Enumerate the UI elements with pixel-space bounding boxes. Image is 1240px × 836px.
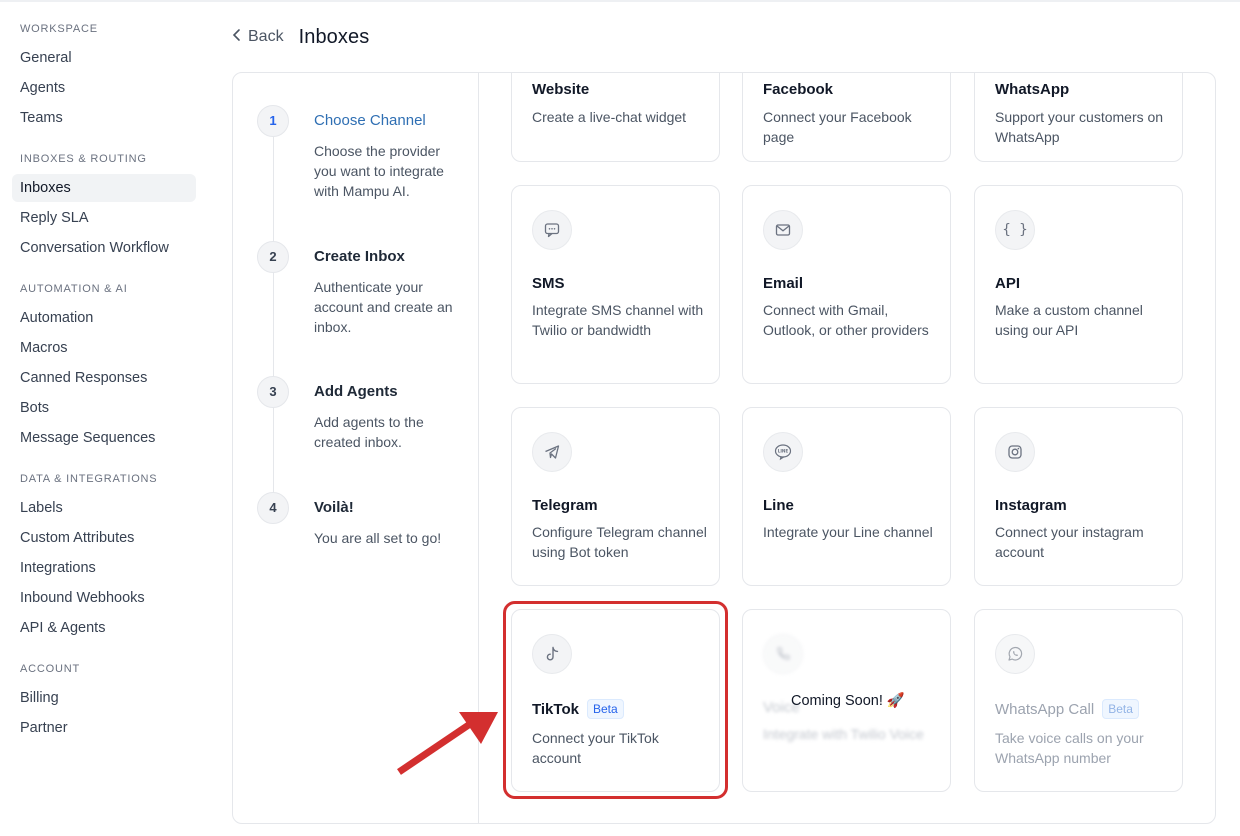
- sidebar-section-automation-ai: AUTOMATION & AI: [20, 283, 128, 295]
- step-title: Choose Channel: [314, 112, 426, 129]
- channel-description: Connect your Facebook page: [763, 109, 912, 145]
- sidebar-section-data-integrations: DATA & INTEGRATIONS: [20, 473, 158, 485]
- step-title: Voilà!: [314, 499, 354, 516]
- channel-card-email[interactable]: Email Connect with Gmail, Outlook, or ot…: [742, 185, 951, 384]
- channel-name: Facebook: [763, 81, 834, 98]
- channel-card-voice: Voice Integrate with Twilio Voice Coming…: [742, 609, 951, 792]
- sidebar-item-api-agents[interactable]: API & Agents: [12, 614, 196, 642]
- channel-card-facebook[interactable]: Facebook Connect your Facebook page: [742, 73, 951, 162]
- channel-name: Line: [763, 497, 794, 514]
- channel-description: Integrate SMS channel with Twilio or ban…: [532, 302, 704, 338]
- line-icon: LINE: [763, 432, 803, 472]
- channel-description: Support your customers on WhatsApp: [995, 109, 1164, 145]
- step-description: You are all set to go!: [314, 530, 442, 546]
- sidebar-item-billing[interactable]: Billing: [12, 684, 196, 712]
- channel-description: Connect with Gmail, Outlook, or other pr…: [763, 302, 929, 338]
- whatsapp-icon: [995, 634, 1035, 674]
- channel-name: Telegram: [532, 497, 598, 514]
- sidebar-item-partner[interactable]: Partner: [12, 714, 196, 742]
- sidebar-item-bots[interactable]: Bots: [12, 394, 196, 422]
- sidebar-item-inboxes[interactable]: Inboxes: [12, 174, 196, 202]
- channel-description: Take voice calls on your WhatsApp number: [995, 730, 1144, 766]
- step-description: Add agents to the created inbox.: [314, 414, 424, 450]
- step-number: 3: [257, 376, 289, 408]
- channel-description: Create a live-chat widget: [532, 109, 687, 125]
- beta-badge: Beta: [1102, 699, 1139, 719]
- channel-card-whatsapp[interactable]: WhatsApp Support your customers on Whats…: [974, 73, 1183, 162]
- page-header: Back Inboxes: [232, 24, 369, 50]
- channel-name: Instagram: [995, 497, 1067, 514]
- paper-plane-icon: [532, 432, 572, 472]
- channel-description: Integrate with Twilio Voice: [763, 726, 924, 742]
- step-title: Add Agents: [314, 383, 398, 400]
- mail-icon: [763, 210, 803, 250]
- channel-description: Integrate your Line channel: [763, 524, 933, 540]
- channel-name: WhatsApp Call Beta: [995, 699, 1139, 719]
- chat-bubble-icon: [532, 210, 572, 250]
- back-button[interactable]: Back: [232, 28, 284, 47]
- sidebar-item-macros[interactable]: Macros: [12, 334, 196, 362]
- channel-card-website[interactable]: Website Create a live-chat widget: [511, 73, 720, 162]
- step-number: 1: [257, 105, 289, 137]
- step-connector: [273, 133, 274, 513]
- sidebar-item-inbound-webhooks[interactable]: Inbound Webhooks: [12, 584, 196, 612]
- channel-name: Website: [532, 81, 590, 98]
- step-description: Choose the provider you want to integrat…: [314, 143, 444, 199]
- step-description: Authenticate your account and create an …: [314, 279, 453, 335]
- channel-card-line[interactable]: LINE Line Integrate your Line channel: [742, 407, 951, 586]
- sidebar-section-workspace: WORKSPACE: [20, 23, 98, 35]
- sidebar-item-reply-sla[interactable]: Reply SLA: [12, 204, 196, 232]
- instagram-icon: [995, 432, 1035, 472]
- sidebar-item-custom-attributes[interactable]: Custom Attributes: [12, 524, 196, 552]
- sidebar-section-inboxes-routing: INBOXES & ROUTING: [20, 153, 147, 165]
- channel-card-whatsapp-call[interactable]: WhatsApp Call Beta Take voice calls on y…: [974, 609, 1183, 792]
- channel-card-instagram[interactable]: Instagram Connect your instagram account: [974, 407, 1183, 586]
- sidebar-item-conversation-workflow[interactable]: Conversation Workflow: [12, 234, 196, 262]
- chevron-left-icon: [232, 28, 242, 47]
- channel-description: Make a custom channel using our API: [995, 302, 1143, 338]
- channel-name: API: [995, 275, 1021, 292]
- sidebar-item-integrations[interactable]: Integrations: [12, 554, 196, 582]
- settings-sidebar: WORKSPACE General Agents Teams INBOXES &…: [0, 0, 210, 836]
- sidebar-item-agents[interactable]: Agents: [12, 74, 196, 102]
- step-title: Create Inbox: [314, 248, 405, 265]
- channel-name: WhatsApp: [995, 81, 1070, 98]
- tiktok-highlight-box: [503, 601, 728, 799]
- channel-description: Connect your instagram account: [995, 524, 1144, 560]
- back-label: Back: [248, 28, 284, 45]
- sidebar-item-automation[interactable]: Automation: [12, 304, 196, 332]
- step-number: 4: [257, 492, 289, 524]
- channel-card-telegram[interactable]: Telegram Configure Telegram channel usin…: [511, 407, 720, 586]
- sidebar-item-labels[interactable]: Labels: [12, 494, 196, 522]
- braces-icon: { }: [995, 210, 1035, 250]
- channel-name: Email: [763, 275, 804, 292]
- step-number: 2: [257, 241, 289, 273]
- sidebar-item-canned-responses[interactable]: Canned Responses: [12, 364, 196, 392]
- page-title: Inboxes: [298, 25, 370, 48]
- channel-card-api[interactable]: { } API Make a custom channel using our …: [974, 185, 1183, 384]
- sidebar-section-account: ACCOUNT: [20, 663, 80, 675]
- sidebar-item-general[interactable]: General: [12, 44, 196, 72]
- coming-soon-overlay: Coming Soon! 🚀: [791, 693, 905, 709]
- annotation-arrow-icon: [397, 712, 498, 775]
- channel-name: SMS: [532, 275, 565, 292]
- channel-name-text: WhatsApp Call: [995, 700, 1095, 718]
- svg-text:LINE: LINE: [778, 449, 789, 454]
- channel-description: Configure Telegram channel using Bot tok…: [532, 524, 707, 560]
- sidebar-item-teams[interactable]: Teams: [12, 104, 196, 132]
- sidebar-item-message-sequences[interactable]: Message Sequences: [12, 424, 196, 452]
- channel-card-sms[interactable]: SMS Integrate SMS channel with Twilio or…: [511, 185, 720, 384]
- phone-icon: [763, 634, 803, 674]
